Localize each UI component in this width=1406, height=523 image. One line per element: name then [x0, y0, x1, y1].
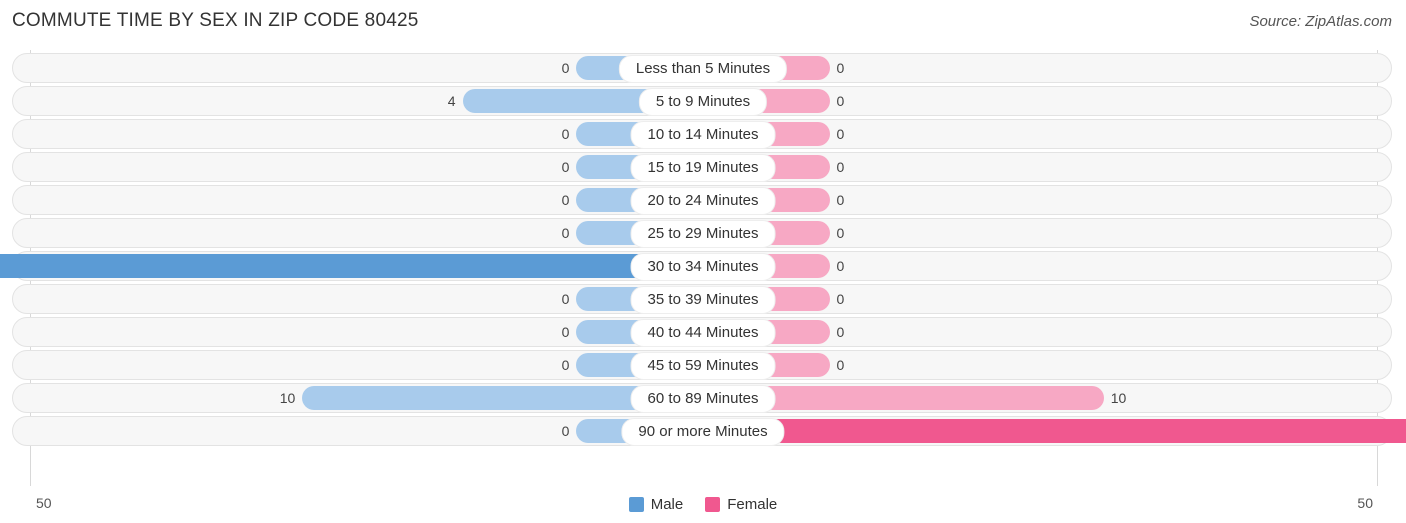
- table-row: 33 0 30 to 34 Minutes: [0, 251, 1406, 281]
- category-label: 25 to 29 Minutes: [630, 220, 776, 248]
- female-value-label: 0: [836, 357, 845, 373]
- table-row: 4 0 5 to 9 Minutes: [0, 86, 1406, 116]
- male-value-label: 0: [561, 324, 570, 340]
- male-value-label: 0: [561, 126, 570, 142]
- category-label: 90 or more Minutes: [621, 418, 785, 446]
- female-value-label: 0: [836, 225, 845, 241]
- female-bar[interactable]: [703, 419, 1406, 443]
- category-label: 15 to 19 Minutes: [630, 154, 776, 182]
- female-value-label: 0: [836, 258, 845, 274]
- table-row: 0 0 Less than 5 Minutes: [0, 53, 1406, 83]
- female-value-label: 0: [836, 159, 845, 175]
- category-label: 30 to 34 Minutes: [630, 253, 776, 281]
- female-value-label: 10: [1110, 390, 1127, 406]
- table-row: 0 0 45 to 59 Minutes: [0, 350, 1406, 380]
- male-swatch: [628, 497, 644, 512]
- male-value-label: 0: [561, 225, 570, 241]
- category-label: 10 to 14 Minutes: [630, 121, 776, 149]
- category-label: 5 to 9 Minutes: [638, 88, 768, 116]
- female-value-label: 0: [836, 60, 845, 76]
- table-row: 10 10 60 to 89 Minutes: [0, 383, 1406, 413]
- table-row: 0 0 40 to 44 Minutes: [0, 317, 1406, 347]
- legend-item-male[interactable]: Male: [628, 496, 684, 513]
- table-row: 0 0 25 to 29 Minutes: [0, 218, 1406, 248]
- legend-item-female[interactable]: Female: [705, 496, 777, 513]
- female-value-label: 0: [836, 126, 845, 142]
- male-value-label: 0: [561, 291, 570, 307]
- plot-area: 0 0 Less than 5 Minutes 4 0 5 to 9 Minutes 0 0 1…: [0, 50, 1406, 486]
- table-row: 0 0 20 to 24 Minutes: [0, 185, 1406, 215]
- page-title: COMMUTE TIME BY SEX IN ZIP CODE 80425: [12, 10, 419, 31]
- table-row: 0 0 35 to 39 Minutes: [0, 284, 1406, 314]
- category-label: 40 to 44 Minutes: [630, 319, 776, 347]
- male-value-label: 4: [447, 93, 456, 109]
- category-label: 20 to 24 Minutes: [630, 187, 776, 215]
- female-bar-group: 43: [703, 419, 1406, 443]
- male-bar[interactable]: [0, 254, 703, 278]
- category-label: 60 to 89 Minutes: [630, 385, 776, 413]
- legend-label: Female: [727, 496, 778, 513]
- source-attribution: Source: ZipAtlas.com: [1249, 13, 1392, 30]
- table-row: 0 0 15 to 19 Minutes: [0, 152, 1406, 182]
- commute-time-chart: COMMUTE TIME BY SEX IN ZIP CODE 80425 So…: [0, 0, 1406, 523]
- male-value-label: 0: [561, 357, 570, 373]
- table-row: 0 4390 or more Minutes: [0, 416, 1406, 446]
- male-bar-group: 33: [0, 254, 703, 278]
- category-label: Less than 5 Minutes: [618, 55, 788, 83]
- male-value-label: 0: [561, 423, 570, 439]
- category-label: 45 to 59 Minutes: [630, 352, 776, 380]
- female-value-label: 0: [836, 192, 845, 208]
- male-value-label: 0: [561, 60, 570, 76]
- legend: Male Female: [0, 496, 1406, 513]
- legend-label: Male: [650, 496, 684, 513]
- female-value-label: 0: [836, 93, 845, 109]
- table-row: 0 0 10 to 14 Minutes: [0, 119, 1406, 149]
- category-label: 35 to 39 Minutes: [630, 286, 776, 314]
- male-value-label: 0: [561, 192, 570, 208]
- male-value-label: 0: [561, 159, 570, 175]
- female-value-label: 0: [836, 324, 845, 340]
- female-value-label: 0: [836, 291, 845, 307]
- bar-rows: 0 0 Less than 5 Minutes 4 0 5 to 9 Minutes 0 0 1…: [0, 53, 1406, 446]
- male-value-label: 10: [279, 390, 296, 406]
- female-swatch: [705, 497, 721, 512]
